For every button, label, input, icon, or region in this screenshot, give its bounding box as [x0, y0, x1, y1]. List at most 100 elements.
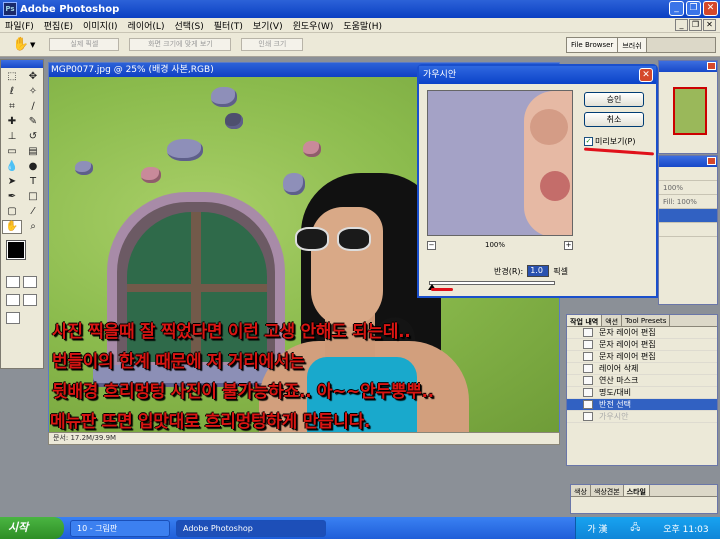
shape-tool-icon[interactable]: □ — [23, 190, 43, 204]
history-item-dimmed[interactable]: 가우시안 — [567, 411, 717, 423]
start-button[interactable]: 시작 — [0, 517, 64, 539]
print-size-button[interactable]: 인쇄 크기 — [241, 38, 304, 51]
history-item[interactable]: 문자 레이어 편집 — [567, 327, 717, 339]
layer-row-selected[interactable] — [659, 209, 717, 223]
panel-close-icon[interactable] — [707, 157, 716, 165]
history-item[interactable]: 문자 레이어 편집 — [567, 339, 717, 351]
taskbar-item-photoshop[interactable]: Adobe Photoshop — [176, 519, 326, 537]
marquee-tool-icon[interactable]: ⬚ — [2, 70, 22, 84]
tab-color[interactable]: 색상 — [571, 485, 591, 496]
tab-actions[interactable]: 액션 — [602, 315, 623, 326]
wall-stone — [141, 167, 161, 183]
hand-tool-active-icon[interactable]: ✋ — [2, 220, 22, 234]
caption-line-3: 뒷배경 흐리멍텅 사진이 불가능하죠.. 아~~안두뿡뿌.. — [52, 382, 434, 402]
history-item-label: 가우시안 — [599, 411, 629, 421]
actual-pixels-button[interactable]: 실제 픽셀 — [49, 38, 120, 51]
zoom-out-button[interactable]: − — [427, 241, 436, 250]
tab-brushes[interactable]: 브러쉬 — [618, 38, 647, 52]
pen-tool-icon[interactable]: ✒ — [2, 190, 22, 204]
blur-tool-icon[interactable]: 💧 — [2, 160, 22, 174]
slice-tool-icon[interactable]: ∕ — [23, 100, 43, 114]
brush-tool-icon[interactable]: ✎ — [23, 115, 43, 129]
tab-styles[interactable]: 스타일 — [623, 485, 650, 496]
quick-mask-mode-icon[interactable] — [23, 276, 37, 288]
zoom-tool-icon[interactable]: ⌕ — [23, 220, 43, 234]
menu-file[interactable]: 파일(F) — [0, 19, 39, 32]
move-tool-icon[interactable]: ✥ — [23, 70, 43, 84]
menu-image[interactable]: 이미지(I) — [78, 19, 123, 32]
history-item-selected[interactable]: 반전 선택 — [567, 399, 717, 411]
wall-stone — [167, 139, 203, 161]
cancel-button[interactable]: 취소 — [584, 112, 644, 127]
magic-wand-tool-icon[interactable]: ✧ — [23, 85, 43, 99]
radius-input[interactable]: 1.0 — [527, 265, 550, 277]
radius-unit: 픽셀 — [553, 266, 568, 276]
jump-to-imageready-icon[interactable] — [6, 312, 20, 324]
full-screen-menu-mode-icon[interactable] — [23, 294, 37, 306]
gradient-tool-icon[interactable]: ▤ — [23, 145, 43, 159]
close-button[interactable]: ✕ — [703, 1, 718, 16]
menu-select[interactable]: 선택(S) — [169, 19, 208, 32]
wall-stone — [211, 87, 237, 107]
menu-window[interactable]: 윈도우(W) — [288, 19, 339, 32]
minimize-button[interactable]: _ — [669, 1, 684, 16]
screen-mode-buttons — [1, 291, 43, 309]
tab-history[interactable]: 작업 내역 — [567, 315, 603, 326]
radius-slider[interactable] — [428, 281, 555, 290]
dialog-close-button[interactable]: ✕ — [639, 68, 653, 82]
lasso-tool-icon[interactable]: ℓ — [2, 85, 22, 99]
doc-close-icon[interactable]: ✕ — [703, 19, 716, 31]
ime-indicator[interactable]: 가 漢 — [587, 522, 607, 535]
zoom-in-button[interactable]: + — [564, 241, 573, 250]
tab-file-browser[interactable]: File Browser — [567, 38, 619, 52]
eyedropper-tool-icon[interactable]: ⁄ — [23, 205, 43, 219]
history-item[interactable]: 레이어 삭제 — [567, 363, 717, 375]
standard-screen-mode-icon[interactable] — [6, 294, 20, 306]
history-brush-tool-icon[interactable]: ↺ — [23, 130, 43, 144]
taskbar-item-paint[interactable]: 10 - 그림판 — [70, 519, 170, 537]
taskbar-clock: 오후 11:03 — [663, 524, 709, 535]
color-swatches — [1, 239, 43, 273]
menu-filter[interactable]: 필터(T) — [209, 19, 248, 32]
type-tool-icon[interactable]: T — [23, 175, 43, 189]
preview-checkbox[interactable]: ✓ — [584, 137, 593, 146]
notes-tool-icon[interactable]: ▢ — [2, 205, 22, 219]
eraser-tool-icon[interactable]: ▭ — [2, 145, 22, 159]
history-item[interactable]: 연산 마스크 — [567, 375, 717, 387]
network-icon[interactable]: 🖧 — [630, 520, 640, 536]
layers-panel: 100% Fill: 100% — [658, 155, 718, 305]
filter-preview[interactable] — [427, 90, 573, 236]
menu-layer[interactable]: 레이어(L) — [123, 19, 170, 32]
doc-restore-icon[interactable]: ❐ — [689, 19, 702, 31]
doc-minimize-icon[interactable]: _ — [675, 19, 688, 31]
clone-stamp-tool-icon[interactable]: ⊥ — [2, 130, 22, 144]
hand-tool-icon[interactable]: ✋ — [12, 36, 30, 54]
navigator-panel — [658, 60, 718, 154]
menu-view[interactable]: 보기(V) — [248, 19, 288, 32]
foreground-color-swatch[interactable] — [6, 240, 26, 260]
layer-fill-row[interactable]: Fill: 100% — [659, 195, 717, 209]
dialog-title: 가우시안 — [419, 66, 656, 84]
history-item[interactable]: 문자 레이어 편집 — [567, 351, 717, 363]
navigator-thumbnail[interactable] — [673, 87, 707, 135]
layer-opacity-row[interactable]: 100% — [659, 181, 717, 195]
maximize-button[interactable]: ❐ — [686, 1, 701, 16]
menu-help[interactable]: 도움말(H) — [338, 19, 387, 32]
tool-preset-chevron-icon[interactable]: ▼ — [30, 41, 35, 49]
layer-row[interactable] — [659, 223, 717, 237]
healing-brush-tool-icon[interactable]: ✚ — [2, 115, 22, 129]
tab-swatches[interactable]: 색상견본 — [591, 485, 624, 496]
history-item[interactable]: 명도/대비 — [567, 387, 717, 399]
dodge-tool-icon[interactable]: ● — [23, 160, 43, 174]
path-selection-tool-icon[interactable]: ➤ — [2, 175, 22, 189]
tab-tool-presets[interactable]: Tool Presets — [622, 315, 671, 326]
layer-blend-row[interactable] — [659, 167, 717, 181]
system-tray: 가 漢 🖧 오후 11:03 — [575, 517, 720, 539]
ok-button[interactable]: 승인 — [584, 92, 644, 107]
crop-tool-icon[interactable]: ⌗ — [2, 100, 22, 114]
menu-edit[interactable]: 편집(E) — [39, 19, 78, 32]
standard-mode-icon[interactable] — [6, 276, 20, 288]
fit-on-screen-button[interactable]: 화면 크기에 맞게 보기 — [129, 38, 232, 51]
sunglasses — [295, 227, 375, 251]
panel-close-icon[interactable] — [707, 62, 716, 70]
